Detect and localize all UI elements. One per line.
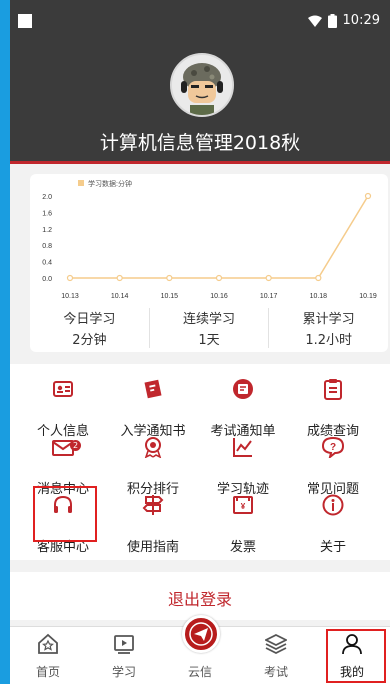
x-tick-label: 10.18 [310,293,328,300]
y-tick-label: 0.4 [42,260,52,267]
y-tick-label: 1.6 [42,210,52,217]
tab-exam[interactable]: 考试 [238,627,314,684]
battery-icon [327,13,337,28]
menu-item-faq[interactable]: ? 常见问题 [288,436,378,497]
stat-label: 连续学习 [183,312,236,327]
study-chart-card: 学习数据:分钟 2.0 1.6 1.2 0.8 0.4 0.0 10.13 10.14 10.15… [30,174,388,352]
study-line-chart: 学习数据:分钟 2.0 1.6 1.2 0.8 0.4 0.0 10.13 10.14 10.15… [42,179,377,300]
svg-text:?: ? [330,442,336,453]
svg-text:¥: ¥ [241,502,246,511]
study-stats: 今日学习 2分钟 连续学习 1天 累计学习 1.2小时 [30,308,388,348]
wifi-icon [307,15,322,27]
data-point [116,274,123,282]
stat-value: 1.2小时 [305,333,353,348]
menu-item-user-guide[interactable]: 使用指南 [108,494,198,555]
menu-grid: 个人信息 入学通知书 考试通知单 成绩查询 2 消息中心 积分排行 学习轨迹 ?… [10,364,390,560]
y-tick-label: 2.0 [42,194,52,201]
menu-item-invoice[interactable]: ¥ 发票 [198,494,288,555]
menu-item-exam-notice[interactable]: 考试通知单 [198,378,288,439]
menu-label: 发票 [229,540,256,555]
profile-header: 计算机信息管理2018秋 [10,40,390,164]
status-indicators: 10:29 [307,13,380,28]
layers-icon [265,633,287,655]
notification-icon [18,14,32,28]
yunxin-center-button[interactable] [182,615,220,653]
y-tick-label: 0.8 [42,243,52,250]
exam-notice-icon [233,379,253,399]
data-point [364,192,372,200]
menu-label: 使用指南 [126,540,179,555]
paper-plane-icon [189,622,213,646]
data-point [215,274,223,282]
bottom-tab-bar: 首页 学习 云信 考试 我的 [10,615,390,684]
x-tick-label: 10.13 [61,293,79,300]
trend-chart-icon [233,438,252,457]
menu-item-study-track[interactable]: 学习轨迹 [198,436,288,497]
mine-tab-highlight [326,629,386,683]
invoice-icon: ¥ [233,496,253,514]
tab-label: 云信 [187,665,212,679]
status-time: 10:29 [342,13,380,28]
stat-label: 今日学习 [63,312,116,327]
video-icon [114,635,134,654]
logout-button[interactable]: 退出登录 [10,572,390,620]
stat-total: 累计学习 1.2小时 [269,308,388,348]
id-card-icon [53,381,73,397]
data-point [166,274,173,282]
soldier-avatar-icon [172,55,232,115]
tab-home[interactable]: 首页 [10,627,86,684]
clipboard-icon [324,379,342,400]
stat-streak: 连续学习 1天 [150,308,270,348]
stat-value: 2分钟 [72,333,107,348]
legend-swatch [78,180,84,186]
menu-item-personal-info[interactable]: 个人信息 [18,378,108,439]
menu-item-admission-notice[interactable]: 入学通知书 [108,378,198,439]
x-tick-label: 10.16 [210,293,228,300]
tab-label: 学习 [111,665,136,679]
menu-item-message-center[interactable]: 2 消息中心 [18,436,108,497]
home-icon [38,633,58,654]
stat-value: 1天 [198,333,220,348]
status-bar: 10:29 [10,0,390,40]
notice-letter-icon [144,379,162,399]
y-tick-label: 1.2 [42,227,52,234]
app-frame: 10:29 计算机信息管理2018秋 学习数据:分钟 2.0 1.6 1.2 0.8 0.… [10,0,390,684]
medal-icon [144,437,162,458]
tab-label: 首页 [35,665,60,679]
series-line [70,195,369,279]
avatar[interactable] [170,53,234,117]
data-point [265,274,272,282]
menu-item-grade-query[interactable]: 成绩查询 [288,378,378,439]
signpost-icon [142,495,164,515]
unread-badge: 2 [70,440,81,451]
y-tick-label: 0.0 [42,276,52,283]
stat-label: 累计学习 [302,312,355,327]
data-point [66,274,74,282]
menu-item-points-ranking[interactable]: 积分排行 [108,436,198,497]
question-bubble-icon: ? [322,436,344,458]
data-point [315,274,322,282]
customer-service-highlight [33,486,97,542]
tab-study[interactable]: 学习 [86,627,162,684]
x-tick-label: 10.19 [359,293,377,300]
tab-label: 考试 [263,665,288,679]
logout-label: 退出登录 [167,590,232,609]
info-icon [322,494,344,516]
legend-label: 学习数据:分钟 [88,179,132,188]
stat-today: 今日学习 2分钟 [30,308,150,348]
x-tick-label: 10.14 [111,293,129,300]
course-title: 计算机信息管理2018秋 [99,132,301,154]
x-tick-label: 10.17 [260,293,278,300]
menu-item-about[interactable]: 关于 [288,494,378,555]
x-tick-label: 10.15 [161,293,179,300]
menu-label: 关于 [319,540,346,555]
